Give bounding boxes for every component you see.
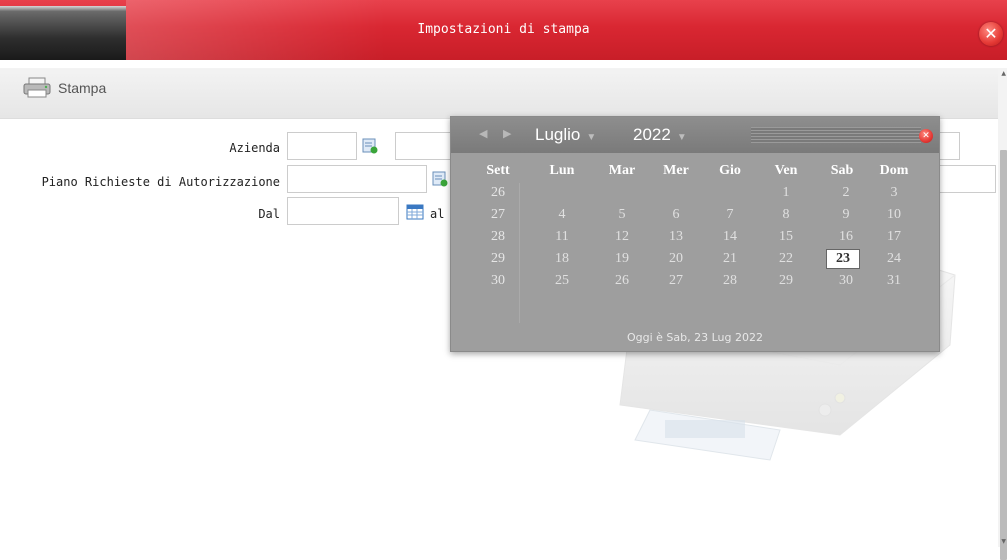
title-bar: Impostazioni di stampa ✕ (0, 0, 1007, 60)
piano-label: Piano Richieste di Autorizzazione (41, 175, 280, 189)
calendar-day[interactable]: 22 (766, 251, 806, 267)
next-month-icon[interactable]: ▶ (503, 127, 511, 140)
calendar-day[interactable]: 13 (656, 229, 696, 245)
calendar-day[interactable]: 6 (656, 207, 696, 223)
calendar-week-row: 27 4 5 6 7 8 9 10 (451, 205, 939, 227)
scroll-up-icon[interactable]: ▲ (1001, 70, 1006, 77)
piano-code-field[interactable] (287, 165, 427, 193)
calendar-day[interactable]: 21 (710, 251, 750, 267)
piano-description-field-end (936, 165, 996, 193)
weekday-header-row: Sett Lun Mar Mer Gio Ven Sab Dom (451, 161, 939, 183)
lookup-icon[interactable] (362, 138, 378, 154)
calendar-week-row: 30 25 26 27 28 29 30 31 (451, 271, 939, 293)
drag-handle[interactable] (751, 127, 921, 143)
weekday-header: Mar (608, 163, 636, 178)
calendar-day[interactable]: 16 (826, 229, 866, 245)
calendar-week-row: 28 11 12 13 14 15 16 17 (451, 227, 939, 249)
calendar-day-selected[interactable]: 23 (826, 249, 860, 269)
close-icon[interactable]: ✕ (919, 129, 933, 143)
print-button[interactable]: Stampa (22, 76, 106, 100)
scrollbar[interactable]: ▲ ▼ (998, 68, 1007, 560)
calendar-day[interactable]: 2 (826, 185, 866, 201)
week-number: 26 (491, 185, 505, 200)
weekday-header: Ven (774, 163, 798, 178)
week-column-divider (519, 183, 520, 323)
weekday-header: Mer (663, 163, 689, 178)
week-number: 28 (491, 229, 505, 244)
month-select[interactable]: Luglio ▼ (535, 125, 596, 145)
calendar-day[interactable]: 24 (874, 251, 914, 267)
calendar-day[interactable]: 11 (542, 229, 582, 245)
week-number: 30 (491, 273, 505, 288)
calendar-day[interactable]: 26 (602, 273, 642, 289)
month-label: Luglio (535, 125, 581, 144)
chevron-down-icon: ▼ (676, 132, 687, 143)
weekday-header: Lun (549, 163, 575, 178)
azienda-description-field[interactable] (395, 132, 455, 160)
lookup-icon[interactable] (432, 171, 448, 187)
weekday-header: Sab (830, 163, 854, 178)
calendar-day[interactable]: 3 (874, 185, 914, 201)
week-number: 29 (491, 251, 505, 266)
calendar-day[interactable]: 28 (710, 273, 750, 289)
year-select[interactable]: 2022 ▼ (633, 125, 687, 145)
scroll-down-icon[interactable]: ▼ (1001, 538, 1006, 545)
chevron-down-icon: ▼ (586, 132, 597, 143)
week-number: 27 (491, 207, 505, 222)
dal-date-field[interactable] (287, 197, 399, 225)
weekday-header: Gio (719, 163, 741, 178)
calendar-day[interactable]: 31 (874, 273, 914, 289)
calendar-day[interactable]: 19 (602, 251, 642, 267)
prev-month-icon[interactable]: ◀ (479, 127, 487, 140)
calendar-day[interactable]: 14 (710, 229, 750, 245)
azienda-code-field[interactable] (287, 132, 357, 160)
calendar-day[interactable]: 9 (826, 207, 866, 223)
weekday-header: Dom (879, 163, 909, 178)
date-picker: ◀ ▶ Luglio ▼ 2022 ▼ ✕ Sett Lun Mar Mer Gio… (450, 116, 940, 352)
calendar-day[interactable]: 17 (874, 229, 914, 245)
toolbar: Stampa (0, 68, 998, 119)
calendar-day[interactable]: 25 (542, 273, 582, 289)
calendar-day[interactable]: 15 (766, 229, 806, 245)
calendar-day[interactable]: 18 (542, 251, 582, 267)
al-label: al (430, 207, 445, 221)
calendar-day[interactable]: 5 (602, 207, 642, 223)
calendar-day[interactable]: 12 (602, 229, 642, 245)
year-label: 2022 (633, 125, 671, 144)
printer-icon (22, 77, 52, 99)
calendar-grid: Sett Lun Mar Mer Gio Ven Sab Dom 26 1 2 3 27… (451, 161, 939, 293)
dal-label: Dal (258, 207, 280, 221)
calendar-week-row: 29 18 19 20 21 22 23 24 (451, 249, 939, 271)
close-icon[interactable]: ✕ (979, 22, 1003, 46)
calendar-day[interactable]: 4 (542, 207, 582, 223)
calendar-day[interactable]: 10 (874, 207, 914, 223)
print-label: Stampa (58, 80, 107, 96)
date-picker-header: ◀ ▶ Luglio ▼ 2022 ▼ ✕ (451, 117, 939, 153)
weekday-header: Sett (486, 163, 510, 178)
scroll-thumb[interactable] (1000, 150, 1007, 560)
calendar-icon[interactable] (406, 204, 424, 220)
calendar-day[interactable]: 1 (766, 185, 806, 201)
calendar-day[interactable]: 20 (656, 251, 696, 267)
calendar-week-row: 26 1 2 3 (451, 183, 939, 205)
calendar-day[interactable]: 8 (766, 207, 806, 223)
azienda-label: Azienda (229, 141, 280, 155)
calendar-day[interactable]: 27 (656, 273, 696, 289)
calendar-day[interactable]: 29 (766, 273, 806, 289)
window-title: Impostazioni di stampa (417, 22, 590, 37)
today-label[interactable]: Oggi è Sab, 23 Lug 2022 (451, 331, 939, 344)
calendar-day[interactable]: 30 (826, 273, 866, 289)
calendar-day[interactable]: 7 (710, 207, 750, 223)
